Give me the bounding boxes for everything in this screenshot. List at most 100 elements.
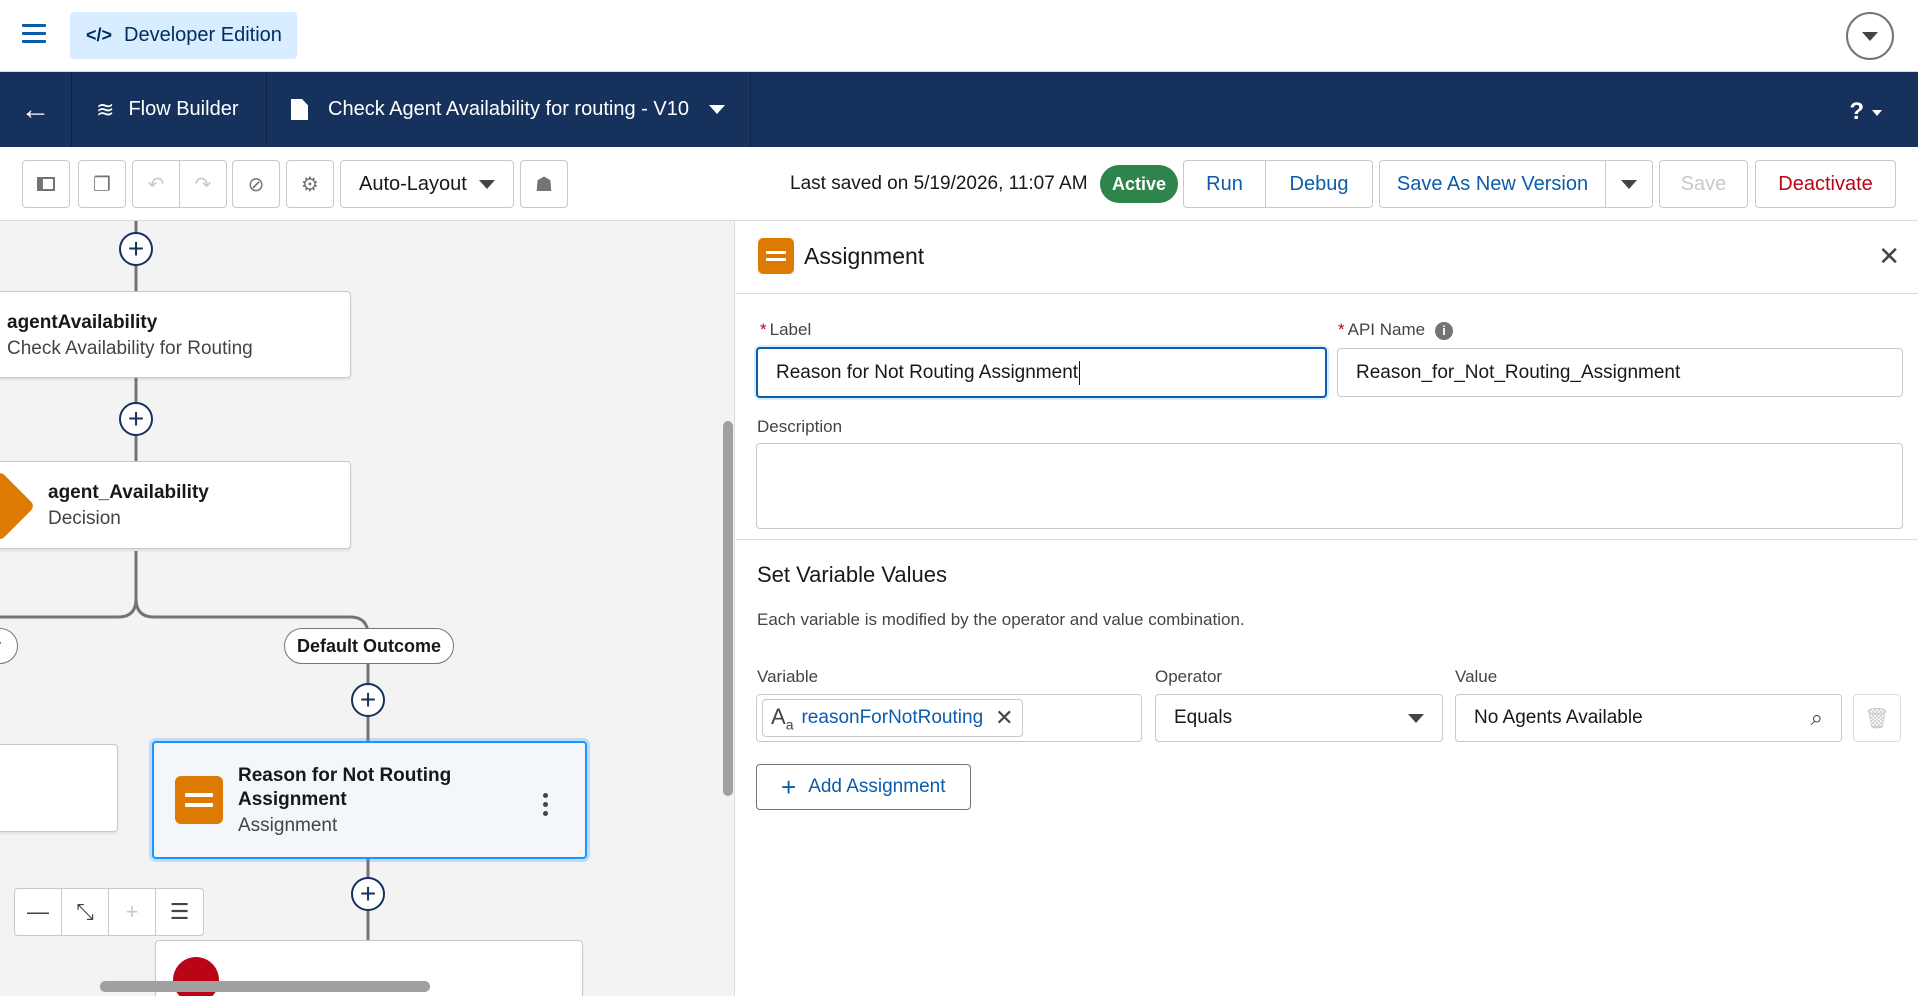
node-title-line1: Reason for Not Routing	[238, 765, 452, 786]
flow-node-assignment-selected[interactable]: Reason for Not Routing Assignment Assign…	[152, 741, 587, 859]
node-subtitle: Decision	[48, 508, 121, 529]
section-title: Set Variable Values	[757, 562, 947, 587]
code-icon: </>	[86, 25, 113, 45]
chevron-down-icon	[1872, 109, 1882, 116]
ban-icon: ⊘	[247, 173, 265, 196]
save-as-new-version-button[interactable]: Save As New Version	[1379, 160, 1606, 208]
add-assignment-button[interactable]: + Add Assignment	[756, 764, 971, 810]
errors-button[interactable]: ⊘	[232, 160, 280, 208]
profile-menu-button[interactable]	[1846, 12, 1894, 60]
zoom-in-button[interactable]: +	[109, 889, 156, 935]
deactivate-button[interactable]: Deactivate	[1755, 160, 1896, 208]
value-input[interactable]: No Agents Available ⌕	[1455, 694, 1842, 742]
api-name-field-label: * API Name i	[1338, 320, 1454, 340]
add-element-button[interactable]: +	[119, 232, 153, 266]
decision-icon	[0, 470, 36, 542]
variable-pill[interactable]: Aa reasonForNotRouting ✕	[762, 699, 1023, 737]
flow-canvas[interactable]: + agentAvailability Check Availability f…	[0, 221, 735, 996]
section-help-text: Each variable is modified by the operato…	[757, 610, 1245, 629]
panel-icon	[37, 177, 55, 191]
flow-builder-header: ← ≋ Flow Builder Check Agent Availabilit…	[0, 72, 1918, 147]
remove-icon[interactable]: ✕	[995, 705, 1013, 731]
run-button[interactable]: Run	[1183, 160, 1266, 208]
node-subtitle: Assignment	[238, 815, 338, 836]
node-subtitle: Check Availability for Routing	[7, 338, 253, 359]
add-element-button[interactable]: +	[351, 683, 385, 717]
back-arrow-icon: ←	[20, 92, 51, 126]
section-divider	[736, 539, 1918, 540]
layout-mode-select[interactable]: Auto-Layout	[340, 160, 514, 208]
flow-node-get-records[interactable]: agentAvailability Check Availability for…	[0, 291, 351, 378]
save-options-menu-button[interactable]	[1605, 160, 1653, 208]
back-button[interactable]: ←	[0, 72, 72, 147]
close-icon[interactable]: ✕	[1878, 241, 1900, 272]
toolbar: ❐ ↶ ↷ ⊘ ⚙ Auto-Layout ☗ Last saved on 5/…	[0, 147, 1918, 221]
redo-icon: ↷	[194, 173, 212, 196]
minus-icon: —	[27, 899, 49, 924]
developer-edition-tab[interactable]: </> Developer Edition	[70, 12, 297, 59]
info-icon[interactable]: i	[1435, 321, 1454, 340]
app-launcher-menu-icon[interactable]	[22, 24, 46, 46]
app-bar: </> Developer Edition	[0, 0, 1918, 72]
settings-button[interactable]: ⚙	[286, 160, 334, 208]
node-title: agentAvailability	[7, 312, 158, 333]
label-field-label: * Label	[760, 320, 812, 339]
chevron-down-icon	[479, 179, 495, 189]
description-label: Description	[757, 417, 843, 436]
branch-label-default-outcome[interactable]: Default Outcome	[284, 628, 455, 664]
auto-arrange-button[interactable]: ☰	[156, 889, 203, 935]
chevron-down-icon	[708, 105, 725, 114]
value-label: Value	[1455, 667, 1498, 686]
horizontal-scroll-thumb[interactable]	[100, 981, 430, 992]
node-title: agent_Availability	[48, 482, 209, 503]
zoom-controls: — ⤡ + ☰	[14, 888, 204, 936]
operator-select[interactable]: Equals	[1155, 694, 1443, 742]
einstein-button[interactable]: ☗	[520, 160, 568, 208]
gear-icon: ⚙	[301, 173, 319, 196]
last-saved-text: Last saved on 5/19/2026, 11:07 AM	[790, 173, 1088, 194]
zoom-out-button[interactable]: —	[15, 889, 62, 935]
flow-builder-label: ≋ Flow Builder	[72, 72, 267, 147]
help-icon: ?	[1849, 98, 1864, 125]
debug-button[interactable]: Debug	[1265, 160, 1373, 208]
delete-row-button[interactable]: 🗑	[1853, 694, 1901, 742]
robot-icon: ☗	[535, 173, 553, 196]
node-title-line2: Assignment	[238, 789, 347, 810]
undo-button[interactable]: ↶	[132, 160, 180, 208]
label-input[interactable]: Reason for Not Routing Assignment	[756, 347, 1327, 398]
flow-node-decision[interactable]: agent_Availability Decision	[0, 461, 351, 549]
layout-mode-value: Auto-Layout	[359, 172, 467, 195]
operator-label: Operator	[1155, 667, 1223, 686]
flow-icon: ≋	[96, 96, 115, 122]
text-type-icon: Aa	[771, 703, 794, 733]
assignment-icon	[758, 238, 794, 274]
flow-node-left-branch[interactable]	[0, 744, 118, 832]
chevron-down-icon	[1862, 31, 1878, 41]
save-button[interactable]: Save	[1659, 160, 1748, 208]
toggle-toolbox-button[interactable]	[22, 160, 70, 208]
fit-view-button[interactable]: ⤡	[62, 889, 109, 935]
builder-name: Flow Builder	[128, 98, 239, 120]
assignment-icon	[175, 776, 223, 824]
chevron-down-icon	[1408, 713, 1424, 723]
description-textarea[interactable]	[756, 443, 1903, 529]
add-element-button[interactable]: +	[351, 877, 385, 911]
redo-button[interactable]: ↷	[179, 160, 227, 208]
more-actions-icon[interactable]	[543, 791, 548, 818]
document-icon	[291, 99, 308, 120]
help-menu-button[interactable]: ?	[1849, 98, 1882, 126]
resource-manager-button[interactable]: ❐	[78, 160, 126, 208]
add-element-button[interactable]: +	[119, 402, 153, 436]
api-name-input[interactable]: Reason_for_Not_Routing_Assignment	[1337, 348, 1903, 397]
status-badge: Active	[1100, 165, 1179, 203]
flow-title-dropdown[interactable]: Check Agent Availability for routing - V…	[267, 72, 751, 147]
panel-title: Assignment	[804, 243, 925, 269]
vertical-scroll-thumb[interactable]	[723, 421, 733, 796]
variable-label: Variable	[757, 667, 819, 686]
copy-check-icon: ❐	[93, 173, 111, 196]
align-icon: ☰	[169, 899, 190, 924]
contract-icon: ⤡	[76, 899, 94, 924]
plus-icon: +	[781, 772, 797, 802]
properties-panel: Assignment ✕ * Label Reason for Not Routi…	[736, 221, 1918, 996]
variable-combobox[interactable]: Aa reasonForNotRouting ✕	[756, 694, 1142, 742]
